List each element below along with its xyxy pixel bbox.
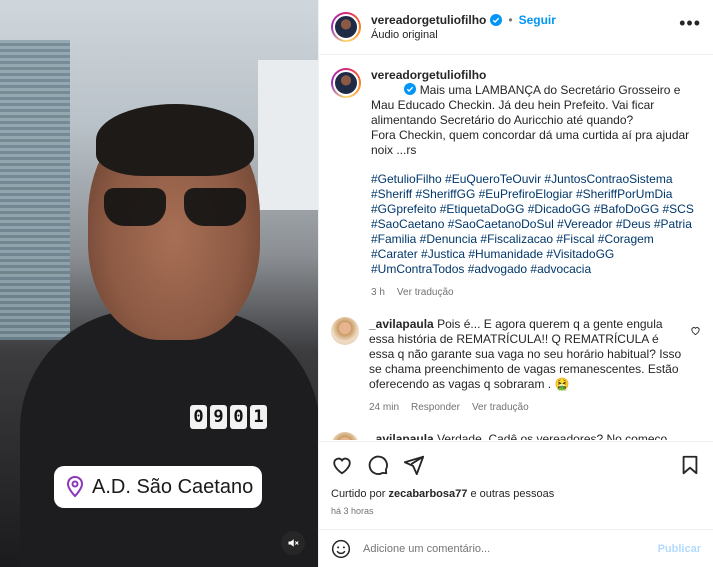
liked-by-user: zecabarbosa77	[388, 488, 468, 500]
video-background-building	[258, 60, 318, 210]
comment-username[interactable]: _avilapaula	[369, 432, 434, 440]
save-bookmark-icon[interactable]	[679, 454, 701, 476]
post-actions: Curtido por zecabarbosa77 e outras pesso…	[319, 441, 713, 516]
commenter-avatar[interactable]	[331, 432, 359, 440]
video-background-wall	[0, 40, 70, 340]
reel-video[interactable]: 0901 A.D. São Caetano	[0, 0, 318, 567]
location-label: A.D. São Caetano	[92, 475, 254, 498]
comment-time: 24 min	[369, 402, 400, 413]
follow-button[interactable]: Seguir	[519, 13, 556, 27]
publish-button[interactable]: Publicar	[658, 543, 701, 555]
see-translation-link[interactable]: Ver tradução	[397, 285, 454, 300]
video-person-sunglasses	[104, 188, 246, 228]
like-heart-icon[interactable]	[331, 454, 353, 476]
post-panel: vereadorgetuliofilho • Seguir Áudio orig…	[318, 0, 713, 567]
like-comment-heart-icon[interactable]	[690, 325, 701, 336]
comment-item: _avilapaula Pois é... E agora querem q a…	[331, 317, 701, 415]
caption-username[interactable]: vereadorgetuliofilho	[371, 68, 486, 82]
location-pin-icon	[66, 476, 84, 498]
comment-bubble-icon[interactable]	[367, 454, 389, 476]
caption-hashtags[interactable]: #GetulioFilho #EuQueroTeOuvir #JuntosCon…	[371, 172, 701, 277]
commenter-avatar[interactable]	[331, 317, 359, 345]
video-person-shirt	[20, 310, 318, 567]
see-translation-link[interactable]: Ver tradução	[472, 400, 529, 415]
mute-button[interactable]	[281, 531, 305, 555]
speaker-muted-icon	[288, 539, 299, 547]
comment-username[interactable]: _avilapaula	[369, 317, 434, 331]
reply-link[interactable]: Responder	[411, 400, 460, 415]
more-options-icon[interactable]: •••	[679, 14, 701, 32]
liked-by-text[interactable]: Curtido por zecabarbosa77 e outras pesso…	[331, 488, 701, 500]
caption: vereadorgetuliofilho Mais uma LAMBANÇA d…	[331, 68, 701, 300]
author-username[interactable]: vereadorgetuliofilho	[371, 13, 486, 27]
comments-section[interactable]: vereadorgetuliofilho Mais uma LAMBANÇA d…	[319, 56, 713, 440]
author-avatar[interactable]	[331, 12, 361, 42]
location-sticker: A.D. São Caetano	[54, 466, 262, 508]
caption-time: 3 h	[371, 287, 385, 298]
separator-dot: •	[508, 13, 513, 27]
video-counter-sticker: 0901	[190, 405, 267, 429]
verified-badge-icon	[490, 14, 503, 26]
share-paper-plane-icon[interactable]	[403, 454, 425, 476]
caption-avatar[interactable]	[331, 68, 361, 98]
video-person-hair	[96, 104, 254, 176]
verified-badge-icon	[404, 83, 417, 95]
comment-input[interactable]	[363, 542, 658, 555]
add-comment-bar: Publicar	[319, 529, 713, 567]
comment-item: _avilapaula Verdade. Cadê os vereadores?…	[331, 432, 701, 440]
post-time: há 3 horas	[331, 506, 374, 516]
emoji-smiley-icon[interactable]	[331, 539, 351, 559]
post-header: vereadorgetuliofilho • Seguir Áudio orig…	[319, 0, 713, 55]
original-audio-link[interactable]: Áudio original	[371, 29, 556, 41]
caption-text: Mais uma LAMBANÇA do Secretário Grosseir…	[371, 83, 690, 157]
